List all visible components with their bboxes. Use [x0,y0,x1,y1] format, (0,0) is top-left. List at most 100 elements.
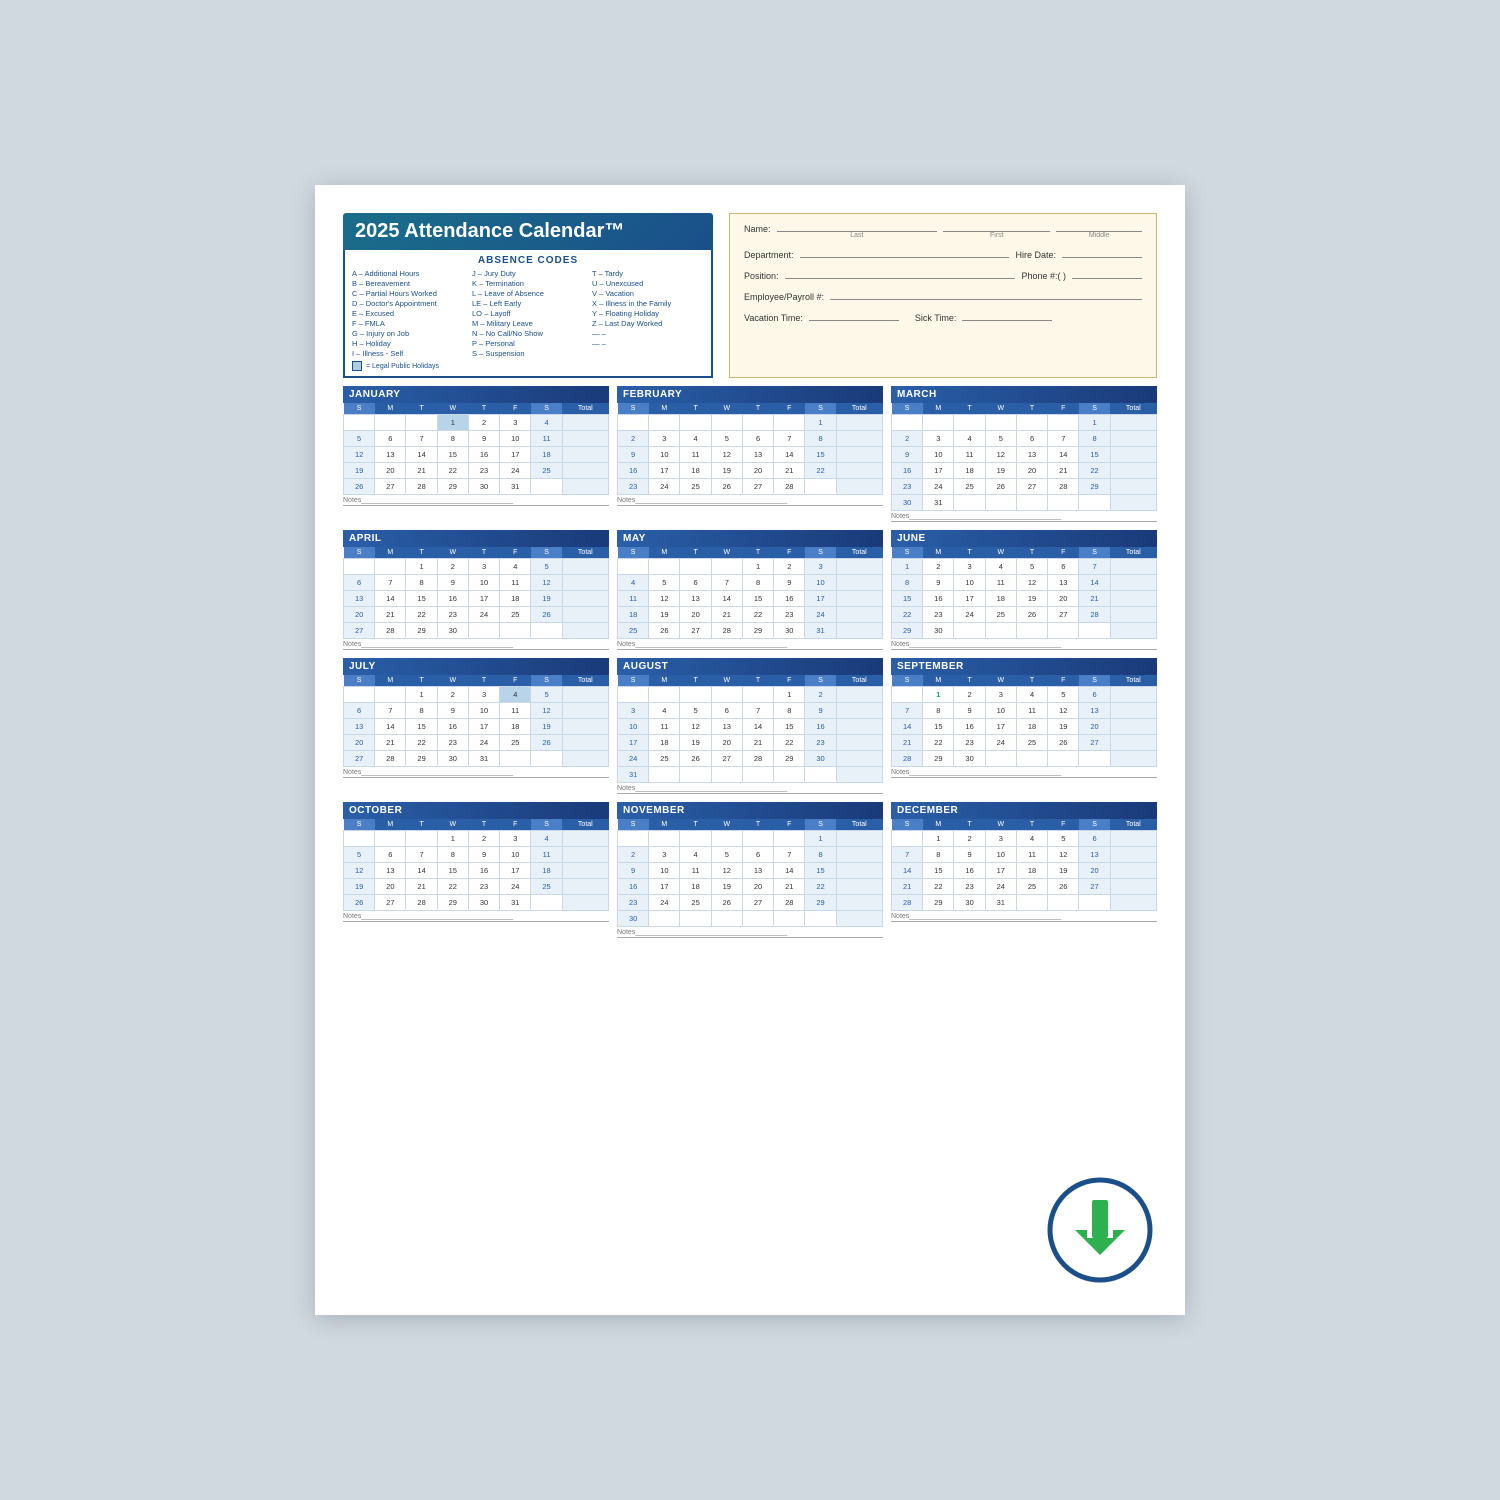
calendar-day[interactable]: 2 [954,831,985,847]
calendar-day[interactable]: 7 [774,431,805,447]
calendar-day[interactable]: 22 [742,607,773,623]
vacation-field[interactable] [809,309,899,321]
calendar-day[interactable]: 5 [649,575,680,591]
calendar-day[interactable]: 18 [500,591,531,607]
calendar-day[interactable]: 14 [375,591,406,607]
calendar-day[interactable]: 8 [1079,431,1110,447]
calendar-day[interactable]: 8 [805,431,836,447]
calendar-day[interactable]: 13 [1016,447,1047,463]
calendar-day[interactable]: 23 [468,879,499,895]
calendar-day[interactable]: 14 [406,447,437,463]
month-notes[interactable]: Notes___________________________________… [343,769,609,778]
calendar-day[interactable]: 27 [344,623,375,639]
calendar-day[interactable]: 17 [985,719,1016,735]
month-notes[interactable]: Notes___________________________________… [891,769,1157,778]
calendar-day[interactable]: 2 [618,431,649,447]
calendar-day[interactable]: 18 [680,879,711,895]
calendar-day[interactable]: 3 [805,559,836,575]
calendar-day[interactable]: 25 [500,735,531,751]
calendar-day[interactable]: 6 [375,431,406,447]
calendar-day[interactable]: 12 [1048,847,1079,863]
calendar-day[interactable]: 9 [618,863,649,879]
calendar-day[interactable]: 10 [618,719,649,735]
hire-date-field[interactable] [1062,246,1142,258]
calendar-day[interactable]: 3 [618,703,649,719]
calendar-day[interactable]: 13 [742,863,773,879]
calendar-day[interactable]: 23 [954,879,985,895]
calendar-day[interactable]: 24 [985,735,1016,751]
calendar-day[interactable]: 9 [437,575,468,591]
calendar-day[interactable]: 18 [680,463,711,479]
calendar-day[interactable]: 14 [375,719,406,735]
calendar-day[interactable]: 18 [1016,863,1047,879]
calendar-day[interactable]: 26 [1048,735,1079,751]
calendar-day[interactable]: 20 [1048,591,1079,607]
calendar-day[interactable]: 19 [1048,719,1079,735]
calendar-day[interactable]: 31 [500,895,531,911]
calendar-day[interactable]: 18 [500,719,531,735]
calendar-day[interactable]: 23 [437,607,468,623]
calendar-day[interactable]: 31 [805,623,836,639]
calendar-day[interactable]: 24 [649,895,680,911]
calendar-day[interactable]: 2 [468,831,499,847]
calendar-day[interactable]: 28 [774,895,805,911]
calendar-day[interactable]: 20 [1079,863,1110,879]
calendar-day[interactable]: 19 [531,591,562,607]
calendar-day[interactable]: 10 [468,703,499,719]
calendar-day[interactable]: 11 [680,447,711,463]
calendar-day[interactable]: 22 [437,463,468,479]
calendar-day[interactable]: 29 [437,479,468,495]
calendar-day[interactable]: 23 [805,735,836,751]
sick-field[interactable] [962,309,1052,321]
calendar-day[interactable]: 6 [742,431,773,447]
calendar-day[interactable]: 9 [954,847,985,863]
calendar-day[interactable]: 17 [805,591,836,607]
calendar-day[interactable]: 3 [985,831,1016,847]
calendar-day[interactable]: 29 [406,751,437,767]
calendar-day[interactable]: 7 [1048,431,1079,447]
calendar-day[interactable]: 19 [711,879,742,895]
calendar-day[interactable]: 1 [774,687,805,703]
calendar-day[interactable]: 29 [742,623,773,639]
calendar-day[interactable]: 13 [344,591,375,607]
calendar-day[interactable]: 22 [805,879,836,895]
calendar-day[interactable]: 18 [531,447,562,463]
calendar-day[interactable]: 12 [531,703,562,719]
phone-field[interactable] [1072,267,1142,279]
calendar-day[interactable]: 26 [680,751,711,767]
calendar-day[interactable]: 4 [1016,831,1047,847]
calendar-day[interactable]: 21 [1048,463,1079,479]
calendar-day[interactable]: 7 [742,703,773,719]
calendar-day[interactable]: 8 [923,703,954,719]
calendar-day[interactable]: 26 [344,479,375,495]
calendar-day[interactable]: 20 [1016,463,1047,479]
calendar-day[interactable]: 3 [468,559,499,575]
calendar-day[interactable]: 4 [500,559,531,575]
calendar-day[interactable]: 31 [923,495,954,511]
calendar-day[interactable]: 14 [711,591,742,607]
calendar-day[interactable]: 30 [774,623,805,639]
calendar-day[interactable]: 4 [618,575,649,591]
calendar-day[interactable]: 25 [500,607,531,623]
calendar-day[interactable]: 27 [680,623,711,639]
calendar-day[interactable]: 15 [437,447,468,463]
calendar-day[interactable]: 9 [774,575,805,591]
calendar-day[interactable]: 23 [774,607,805,623]
calendar-day[interactable]: 8 [742,575,773,591]
calendar-day[interactable]: 27 [1079,735,1110,751]
month-notes[interactable]: Notes___________________________________… [343,497,609,506]
calendar-day[interactable]: 30 [437,751,468,767]
calendar-day[interactable]: 20 [711,735,742,751]
calendar-day[interactable]: 15 [406,719,437,735]
calendar-day[interactable]: 17 [985,863,1016,879]
calendar-day[interactable]: 5 [531,559,562,575]
calendar-day[interactable]: 30 [437,623,468,639]
month-notes[interactable]: Notes___________________________________… [617,641,883,650]
calendar-day[interactable]: 9 [954,703,985,719]
calendar-day[interactable]: 14 [774,863,805,879]
calendar-day[interactable]: 31 [618,767,649,783]
calendar-day[interactable]: 6 [680,575,711,591]
calendar-day[interactable]: 22 [406,607,437,623]
calendar-day[interactable]: 6 [375,847,406,863]
calendar-day[interactable]: 19 [985,463,1016,479]
